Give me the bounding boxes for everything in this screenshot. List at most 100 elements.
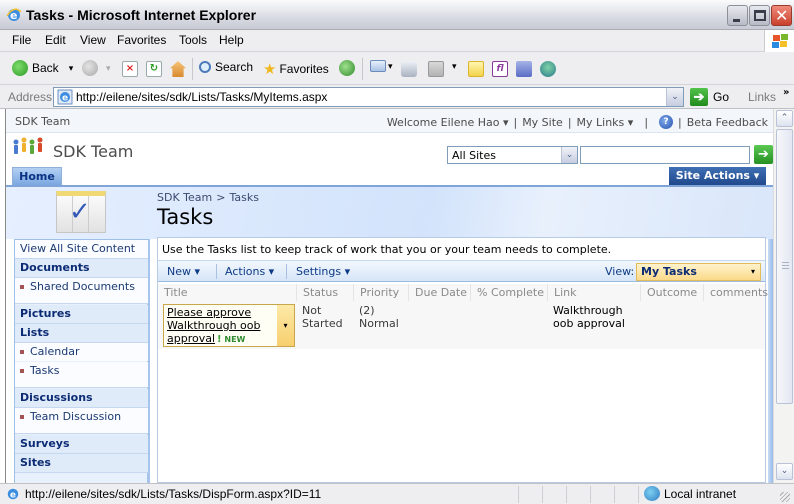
site-logo-icon bbox=[13, 137, 43, 154]
back-dropdown-icon[interactable]: ▾ bbox=[69, 63, 74, 74]
menu-tools[interactable]: Tools bbox=[179, 33, 207, 47]
column-header-comments[interactable]: comments bbox=[703, 284, 768, 301]
menu-view[interactable]: View bbox=[80, 33, 106, 47]
view-all-site-content-link[interactable]: View All Site Content bbox=[15, 240, 148, 259]
forward-button[interactable]: ▾ bbox=[82, 60, 111, 76]
forward-dropdown-icon[interactable]: ▾ bbox=[106, 63, 111, 74]
nav-header-documents[interactable]: Documents bbox=[15, 259, 148, 278]
view-selector[interactable]: My Tasks ▾ bbox=[636, 263, 761, 281]
column-header-priority[interactable]: Priority bbox=[353, 284, 408, 301]
site-actions-menu[interactable]: Site Actions ▾ bbox=[669, 167, 766, 185]
nav-item-team-discussion[interactable]: Team Discussion bbox=[15, 408, 148, 434]
bullet-icon bbox=[20, 350, 24, 354]
nav-header-pictures[interactable]: Pictures bbox=[15, 305, 148, 324]
note-icon[interactable] bbox=[468, 61, 484, 77]
top-site-link[interactable]: SDK Team bbox=[15, 115, 70, 128]
refresh-icon[interactable]: ↻ bbox=[146, 61, 162, 77]
msn-icon[interactable] bbox=[540, 61, 556, 77]
stop-icon[interactable]: × bbox=[122, 61, 138, 77]
go-arrow-icon: ➔ bbox=[690, 88, 708, 106]
search-scope-select[interactable]: All Sites ⌄ bbox=[447, 146, 578, 164]
help-icon[interactable]: ? bbox=[659, 115, 674, 129]
search-go-button[interactable]: ➔ bbox=[754, 145, 773, 164]
messenger-icon[interactable]: fl bbox=[492, 61, 508, 77]
menu-help[interactable]: Help bbox=[219, 33, 244, 47]
edit-dropdown-icon[interactable]: ▾ bbox=[452, 62, 457, 72]
view-dropdown-icon: ▾ bbox=[750, 267, 755, 276]
actions-menu-button[interactable]: Actions ▾ bbox=[225, 265, 274, 278]
print-icon[interactable] bbox=[401, 61, 417, 77]
close-button[interactable]: ✕ bbox=[771, 5, 792, 26]
new-menu-button[interactable]: New ▾ bbox=[167, 265, 200, 278]
history-icon bbox=[339, 60, 355, 76]
search-icon bbox=[199, 61, 211, 73]
menu-file[interactable]: File bbox=[12, 33, 31, 47]
task-title-link-line-2[interactable]: Walkthrough oob bbox=[167, 319, 261, 332]
close-icon: ✕ bbox=[775, 6, 789, 25]
research-icon[interactable] bbox=[516, 61, 532, 77]
column-header-title[interactable]: Title bbox=[158, 284, 296, 301]
vertical-scrollbar[interactable]: ⌃ ⌄ bbox=[773, 109, 794, 483]
nav-header-surveys[interactable]: Surveys bbox=[15, 435, 148, 454]
breadcrumb-site[interactable]: SDK Team bbox=[157, 191, 212, 204]
column-header-link[interactable]: Link bbox=[547, 284, 640, 301]
welcome-menu[interactable]: Welcome Eilene Hao ▾ bbox=[387, 116, 509, 129]
tab-home[interactable]: Home bbox=[12, 167, 62, 185]
my-site-link[interactable]: My Site bbox=[522, 116, 563, 129]
task-title-link-line-3[interactable]: approval bbox=[167, 332, 215, 345]
breadcrumb-tasks[interactable]: Tasks bbox=[229, 191, 258, 204]
resize-grip-icon[interactable] bbox=[780, 492, 790, 502]
column-header-status[interactable]: Status bbox=[296, 284, 353, 301]
scope-dropdown-icon: ⌄ bbox=[561, 147, 577, 163]
page-icon: e bbox=[7, 488, 19, 501]
column-header-percent-complete[interactable]: % Complete bbox=[470, 284, 547, 301]
history-button[interactable] bbox=[339, 60, 359, 76]
beta-feedback-link[interactable]: Beta Feedback bbox=[687, 116, 768, 129]
window-titlebar: e Tasks - Microsoft Internet Explorer ✕ bbox=[0, 0, 794, 30]
address-input[interactable]: e http://eilene/sites/sdk/Lists/Tasks/My… bbox=[53, 87, 684, 107]
task-title-link-line-1[interactable]: Please approve bbox=[167, 306, 251, 319]
site-title[interactable]: SDK Team bbox=[53, 142, 133, 161]
favorites-button[interactable]: ★ Favorites bbox=[263, 60, 329, 78]
address-dropdown-icon[interactable]: ⌄ bbox=[666, 88, 683, 106]
links-toolbar[interactable]: Links bbox=[748, 90, 776, 104]
back-button[interactable]: Back ▾ bbox=[12, 60, 73, 76]
nav-header-lists[interactable]: Lists bbox=[15, 324, 148, 343]
home-icon[interactable] bbox=[170, 61, 186, 77]
go-button[interactable]: ➔ Go bbox=[690, 88, 729, 106]
settings-menu-button[interactable]: Settings ▾ bbox=[296, 265, 350, 278]
my-links-menu[interactable]: My Links ▾ bbox=[577, 116, 634, 129]
priority-cell: (2) Normal bbox=[359, 304, 399, 330]
task-title-cell[interactable]: Please approve Walkthrough oob approval!… bbox=[163, 304, 295, 347]
search-input[interactable] bbox=[580, 146, 750, 164]
minimize-button[interactable] bbox=[727, 5, 748, 26]
address-label: Address bbox=[8, 90, 53, 104]
search-button[interactable]: Search bbox=[199, 60, 253, 74]
scroll-thumb[interactable] bbox=[776, 129, 793, 404]
nav-item-shared-documents[interactable]: Shared Documents bbox=[15, 278, 148, 304]
menu-bar: File Edit View Favorites Tools Help bbox=[0, 30, 794, 52]
page-icon: e bbox=[57, 89, 73, 105]
links-chevron-icon[interactable]: » bbox=[783, 87, 789, 98]
scroll-up-button[interactable]: ⌃ bbox=[776, 110, 793, 127]
mail-dropdown-icon[interactable]: ▾ bbox=[388, 61, 393, 72]
forward-arrow-icon bbox=[82, 60, 98, 76]
menu-favorites[interactable]: Favorites bbox=[117, 33, 166, 47]
scroll-down-button[interactable]: ⌄ bbox=[776, 463, 793, 480]
nav-item-tasks[interactable]: Tasks bbox=[15, 362, 148, 388]
maximize-button[interactable] bbox=[749, 5, 770, 26]
column-header-due-date[interactable]: Due Date bbox=[408, 284, 470, 301]
security-zone[interactable]: Local intranet bbox=[644, 486, 736, 501]
mail-button[interactable]: ▾ bbox=[370, 60, 393, 72]
edit-icon[interactable] bbox=[428, 61, 444, 77]
menu-edit[interactable]: Edit bbox=[45, 33, 66, 47]
nav-item-calendar[interactable]: Calendar bbox=[15, 343, 148, 361]
column-header-outcome[interactable]: Outcome bbox=[640, 284, 703, 301]
item-menu-dropdown-icon[interactable]: ▾ bbox=[277, 305, 294, 346]
nav-header-discussions[interactable]: Discussions bbox=[15, 389, 148, 408]
nav-header-sites[interactable]: Sites bbox=[15, 454, 148, 473]
new-badge: ! NEW bbox=[217, 334, 246, 345]
list-description: Use the Tasks list to keep track of work… bbox=[162, 243, 612, 256]
link-cell[interactable]: Walkthrough oob approval bbox=[553, 304, 625, 330]
list-web-part: Use the Tasks list to keep track of work… bbox=[157, 237, 768, 483]
